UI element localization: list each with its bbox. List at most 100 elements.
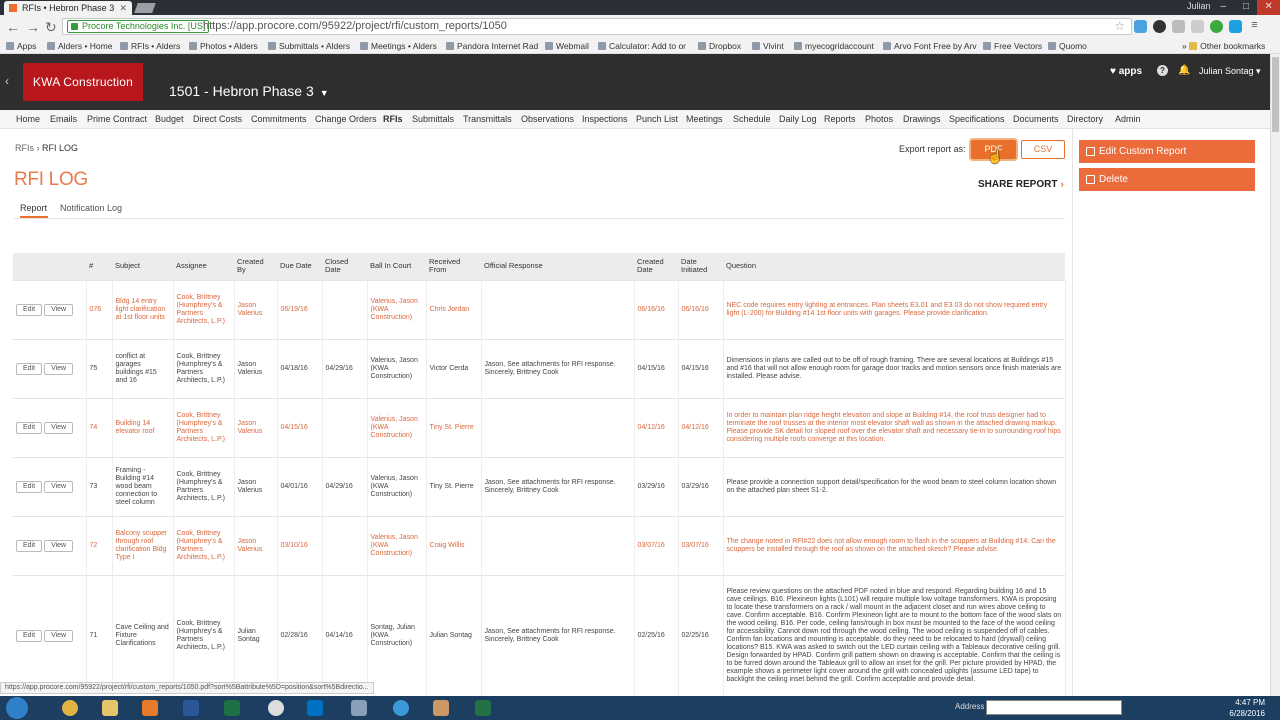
apps-menu[interactable]: ♥ apps (1110, 66, 1142, 77)
nav-directory[interactable]: Directory (1067, 114, 1103, 124)
explorer-taskbar-icon[interactable] (92, 698, 128, 718)
nav-specifications[interactable]: Specifications (949, 114, 1005, 124)
url-field[interactable]: Procore Technologies Inc. [US] https://a… (62, 18, 1132, 35)
url-text[interactable]: https://app.procore.com/95922/project/rf… (203, 19, 507, 34)
bookmark[interactable]: Free Vectors (983, 41, 1042, 51)
word-taskbar-icon[interactable] (173, 698, 209, 718)
nav-direct-costs[interactable]: Direct Costs (193, 114, 242, 124)
secure-badge[interactable]: Procore Technologies Inc. [US] (67, 20, 210, 33)
taskbar-address-input[interactable] (986, 700, 1122, 715)
bookmark-apps[interactable]: Apps (6, 41, 36, 51)
forward-icon[interactable]: → (26, 19, 40, 35)
nav-emails[interactable]: Emails (50, 114, 77, 124)
table-row[interactable]: Edit View 74 Building 14 elevator roof Co… (13, 397, 1066, 457)
nav-home[interactable]: Home (16, 114, 40, 124)
breadcrumb-rfis[interactable]: RFIs (15, 143, 34, 153)
edit-custom-report-button[interactable]: Edit Custom Report (1079, 140, 1255, 163)
maximize-icon[interactable]: □ (1235, 0, 1258, 15)
view-button[interactable]: View (44, 480, 74, 493)
extension-icon[interactable] (1172, 20, 1185, 33)
bookmark[interactable]: Arvo Font Free by Arv (883, 41, 977, 51)
reload-icon[interactable]: ↻ (45, 19, 57, 36)
nav-budget[interactable]: Budget (155, 114, 184, 124)
user-menu[interactable]: Julian Sontag ▾ (1199, 66, 1261, 77)
export-csv-button[interactable]: CSV (1021, 140, 1065, 159)
column-header-official-response[interactable]: Official Response (481, 253, 634, 280)
nav-observations[interactable]: Observations (521, 114, 574, 124)
bookmark[interactable]: Meetings • Alders (360, 41, 437, 51)
bookmark[interactable]: Calculator: Add to or (598, 41, 686, 51)
table-row[interactable]: Edit View 076 Bldg 14 entry light clarifi… (13, 279, 1066, 339)
collapse-arrow-icon[interactable]: ‹ (5, 74, 9, 88)
nav-daily-log[interactable]: Daily Log (779, 114, 817, 124)
excel-taskbar-icon[interactable] (214, 698, 250, 718)
nav-commitments[interactable]: Commitments (251, 114, 307, 124)
bookmark[interactable]: Webmail (545, 41, 589, 51)
nav-photos[interactable]: Photos (865, 114, 893, 124)
nav-prime-contract[interactable]: Prime Contract (87, 114, 147, 124)
close-tab-icon[interactable]: ✕ (119, 1, 127, 15)
bookmark[interactable]: Dropbox (698, 41, 741, 51)
media-player-taskbar-icon[interactable] (132, 698, 168, 718)
column-header-closed-date[interactable]: Closed Date (322, 253, 367, 280)
column-header-date-initiated[interactable]: Date Initiated (678, 253, 723, 280)
delete-button[interactable]: Delete (1079, 168, 1255, 191)
other-bookmarks[interactable]: » Other bookmarks (1182, 41, 1265, 51)
close-window-icon[interactable]: ✕ (1257, 0, 1280, 15)
tool-taskbar-icon[interactable] (341, 698, 377, 718)
edit-button[interactable]: Edit (16, 480, 43, 493)
table-row[interactable]: Edit View 72 Balcony scupper through roof… (13, 515, 1066, 575)
view-button[interactable]: View (44, 630, 74, 643)
bookmark[interactable]: RFIs • Alders (120, 41, 180, 51)
view-button[interactable]: View (44, 421, 74, 434)
page-scrollbar[interactable] (1270, 54, 1280, 696)
app-taskbar-icon[interactable] (258, 698, 294, 718)
bookmark[interactable]: Photos • Alders (189, 41, 258, 51)
nav-rfis[interactable]: RFIs (383, 114, 403, 124)
nav-transmittals[interactable]: Transmittals (463, 114, 512, 124)
chrome-taskbar-icon[interactable] (52, 698, 88, 718)
bookmark-star-icon[interactable]: ☆ (1114, 19, 1125, 34)
cloud-extension-icon[interactable] (1134, 20, 1147, 33)
nav-admin[interactable]: Admin (1115, 114, 1141, 124)
column-header-created-by[interactable]: Created By (234, 253, 277, 280)
browser-tab[interactable]: RFIs • Hebron Phase 3 ✕ (4, 1, 132, 15)
extension-icon[interactable] (1191, 20, 1204, 33)
evernote-icon[interactable] (1210, 20, 1223, 33)
back-icon[interactable]: ← (6, 19, 20, 35)
nav-documents[interactable]: Documents (1013, 114, 1059, 124)
bookmark[interactable]: Alders • Home (47, 41, 112, 51)
system-clock[interactable]: 4:47 PM 6/28/2016 (1229, 697, 1265, 719)
column-header-subject[interactable]: Subject (112, 253, 173, 280)
view-button[interactable]: View (44, 362, 74, 375)
menu-icon[interactable]: ≡ (1248, 20, 1261, 33)
nav-meetings[interactable]: Meetings (686, 114, 723, 124)
share-report-link[interactable]: SHARE REPORT › (978, 179, 1064, 190)
column-header-ball-in-court[interactable]: Ball In Court (367, 253, 426, 280)
column-header-created-date[interactable]: Created Date (634, 253, 678, 280)
skype-icon[interactable] (1229, 20, 1242, 33)
bookmark[interactable]: Vivint (752, 41, 784, 51)
column-header-question[interactable]: Question (723, 253, 1065, 280)
column-header-received-from[interactable]: Received From (426, 253, 481, 280)
column-header-assignee[interactable]: Assignee (173, 253, 234, 280)
nav-drawings[interactable]: Drawings (903, 114, 941, 124)
tab-report[interactable]: Report (20, 203, 48, 218)
bookmark[interactable]: myecogridaccount (794, 41, 874, 51)
nav-schedule[interactable]: Schedule (733, 114, 771, 124)
minimize-icon[interactable]: – (1212, 0, 1235, 15)
table-row[interactable]: Edit View 75 conflict at garages building… (13, 338, 1066, 398)
new-tab-button[interactable] (134, 3, 156, 13)
table-row[interactable]: Edit View 73 Framing - Building #14 wood … (13, 456, 1066, 516)
outlook-taskbar-icon[interactable] (297, 698, 333, 718)
scrollbar-thumb[interactable] (1272, 57, 1279, 132)
edit-button[interactable]: Edit (16, 539, 43, 552)
extension-icon[interactable] (1153, 20, 1166, 33)
nav-inspections[interactable]: Inspections (582, 114, 628, 124)
help-icon[interactable]: ? (1157, 65, 1168, 76)
table-row[interactable]: Edit View 71 Cave Ceiling and Fixture Cla… (13, 574, 1066, 697)
app-taskbar-icon[interactable] (423, 698, 459, 718)
browser-user[interactable]: Julian (1187, 1, 1211, 11)
edit-button[interactable]: Edit (16, 421, 43, 434)
bookmark[interactable]: Quomo (1048, 41, 1087, 51)
